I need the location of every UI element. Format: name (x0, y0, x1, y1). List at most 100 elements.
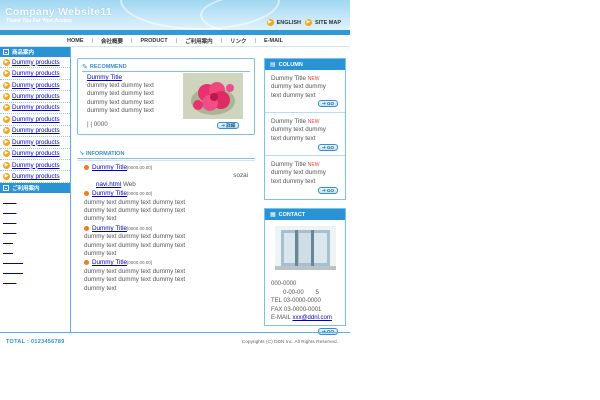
info-title-link[interactable]: Dummy Title (92, 190, 127, 197)
bullet-icon (84, 191, 89, 197)
sidebar-item-product[interactable]: ▶ Dummy products (0, 149, 70, 160)
sidebar-item-product[interactable]: ▶ Dummy products (0, 68, 70, 80)
sidebar-item-guide[interactable]: ___ (0, 246, 70, 256)
header-wave-decoration (200, 0, 350, 35)
column-entry: Dummy Title NEW dummy text dummy text dumm… (265, 156, 345, 199)
sidebar-product-link[interactable]: Dummy products (12, 104, 60, 111)
info-title-link[interactable]: Dummy Title (92, 164, 127, 171)
navi-link[interactable]: navi.html (96, 181, 121, 188)
sidebar-item-guide[interactable]: ____ (0, 196, 70, 206)
recommend-title-link[interactable]: Dummy Title (87, 74, 122, 81)
site-header: Company Website11 Thank You For Your Acc… (0, 0, 350, 35)
sidebar-guide-link[interactable]: ___ (3, 238, 13, 244)
go-button[interactable]: ➜ GO (317, 187, 338, 194)
info-item: Dummy Title[0000.00.00] (84, 225, 254, 233)
info-title-link[interactable]: Dummy Title (92, 225, 127, 232)
sidebar-guide-link[interactable]: ____ (3, 208, 16, 214)
english-link[interactable]: ▶ ENGLISH (266, 19, 302, 26)
sidebar-item-product[interactable]: ▶ Dummy products (0, 57, 70, 69)
sidebar-item-guide[interactable]: ______ (0, 256, 70, 266)
column-entry-title[interactable]: Dummy Title (271, 118, 306, 125)
recommend-heading: ✎ RECOMMEND (82, 63, 127, 71)
arrow-right-icon: ▶ (3, 150, 10, 158)
divider (82, 71, 250, 72)
english-link-label: ENGLISH (276, 19, 302, 26)
guide-list: ____ ____ ____ ____ ___ ___ ______ ______ ____ (0, 193, 70, 286)
info-text-line: dummy text dummy text dummy text (84, 276, 186, 284)
sidebar-product-link[interactable]: Dummy products (12, 116, 60, 123)
building-icon: ▦ (270, 212, 276, 218)
sidebar-product-link[interactable]: Dummy products (12, 173, 60, 180)
sidebar-item-product[interactable]: ▶ Dummy products (0, 80, 70, 92)
go-button[interactable]: ➜ GO (317, 100, 338, 107)
info-sozai: sozai (233, 172, 248, 180)
sidebar-guide-link[interactable]: ___ (3, 248, 13, 254)
sidebar-guide-link[interactable]: ______ (3, 258, 23, 264)
go-button[interactable]: ➜ GO (317, 144, 338, 151)
sidebar-item-guide[interactable]: ____ (0, 276, 70, 286)
contact-email-link[interactable]: xxx@ddnl.com (292, 315, 331, 321)
column-box: ▤ COLUMN Dummy Title NEW dummy text dummy… (264, 58, 346, 200)
detail-button[interactable]: ➜ 詳細 (217, 122, 240, 129)
sidebar-item-product[interactable]: ▶ Dummy products (0, 126, 70, 138)
sidebar-item-guide[interactable]: ______ (0, 266, 70, 276)
contact-email-label: E-MAIL (271, 315, 293, 321)
sidebar-product-link[interactable]: Dummy products (12, 59, 60, 66)
info-title-link[interactable]: Dummy Title (92, 259, 127, 266)
sidebar-item-product[interactable]: ▶ Dummy products (0, 160, 70, 172)
column-entry: Dummy Title NEW dummy text dummy text dumm… (265, 70, 345, 113)
go-button-label: GO (326, 188, 334, 193)
nav-home[interactable]: HOME (67, 38, 84, 44)
sidebar-product-link[interactable]: Dummy products (12, 70, 60, 77)
sidebar-item-product[interactable]: ▶ Dummy products (0, 103, 70, 115)
nav-product[interactable]: PRODUCT (140, 38, 167, 44)
sidebar-guide-link[interactable]: ____ (3, 218, 16, 224)
nav-company[interactable]: 会社概要 (101, 37, 123, 45)
sidebar-product-link[interactable]: Dummy products (12, 139, 60, 146)
sitemap-link[interactable]: ▶ SITE MAP (305, 19, 341, 26)
sidebar-product-link[interactable]: Dummy products (12, 162, 60, 169)
arrow-right-icon: ▶ (305, 19, 313, 26)
contact-box: ▦ CONTACT 000-0000 0-00-00 5 TEL 03-0000… (264, 208, 346, 335)
info-date: [0000.00.00] (127, 191, 153, 197)
sidebar-item-guide[interactable]: ____ (0, 206, 70, 216)
column-entry-title[interactable]: Dummy Title (271, 161, 306, 168)
sidebar-item-guide[interactable]: ___ (0, 236, 70, 246)
sidebar-guide-link[interactable]: ____ (3, 228, 16, 234)
products-heading-label: 商品案内 (12, 50, 35, 56)
column-entry-text: text dummy text (271, 91, 316, 99)
sidebar-item-product[interactable]: ▶ Dummy products (0, 137, 70, 149)
info-date: [0000.00.00] (127, 225, 153, 231)
arrow-right-icon: ▶ (3, 81, 10, 89)
site-title[interactable]: Company Website11 (5, 6, 112, 18)
recommend-text: dummy text dummy text dummy text dummy te… (87, 82, 154, 116)
product-list: ▶ Dummy products ▶ Dummy products ▶ Dummy pro… (0, 57, 70, 183)
sidebar-item-product[interactable]: ▶ Dummy products (0, 114, 70, 126)
sidebar-product-link[interactable]: Dummy products (12, 127, 60, 134)
sidebar-guide-link[interactable]: ______ (3, 268, 23, 274)
sidebar-item-guide[interactable]: ____ (0, 226, 70, 236)
nav-email[interactable]: E-MAIL (264, 38, 283, 44)
nav-separator: | (175, 37, 178, 44)
nav-guide[interactable]: ご利用案内 (185, 37, 213, 45)
sidebar-product-link[interactable]: Dummy products (12, 150, 60, 157)
contact-fax: FAX 03-0000-0001 (271, 306, 322, 313)
info-item: Dummy Title[0000.00.00] (84, 164, 254, 172)
info-text-line: dummy text dummy text dummy text (84, 267, 186, 275)
column-entry-title[interactable]: Dummy Title (271, 75, 306, 82)
recommend-text-line: dummy text dummy text (87, 90, 154, 98)
nav-links[interactable]: リンク (230, 37, 247, 45)
sidebar-product-link[interactable]: Dummy products (12, 93, 60, 100)
sidebar-item-guide[interactable]: ____ (0, 216, 70, 226)
sidebar-item-product[interactable]: ▶ Dummy products (0, 91, 70, 103)
nav-separator: | (131, 37, 133, 44)
info-text-line: dummy text dummy text dummy text (84, 207, 186, 215)
sidebar-item-product[interactable]: ▶ Dummy products (0, 171, 70, 183)
sidebar-product-link[interactable]: Dummy products (12, 82, 60, 89)
arrow-right-icon: ➜ (321, 100, 326, 107)
go-button-label: GO (326, 101, 334, 106)
sidebar-guide-link[interactable]: ____ (3, 198, 16, 204)
recommend-box: ✎ RECOMMEND Dummy Title dummy text dummy… (77, 58, 255, 135)
sidebar-guide-link[interactable]: ____ (3, 278, 16, 284)
column-entry-title-row: Dummy Title NEW (271, 118, 345, 126)
